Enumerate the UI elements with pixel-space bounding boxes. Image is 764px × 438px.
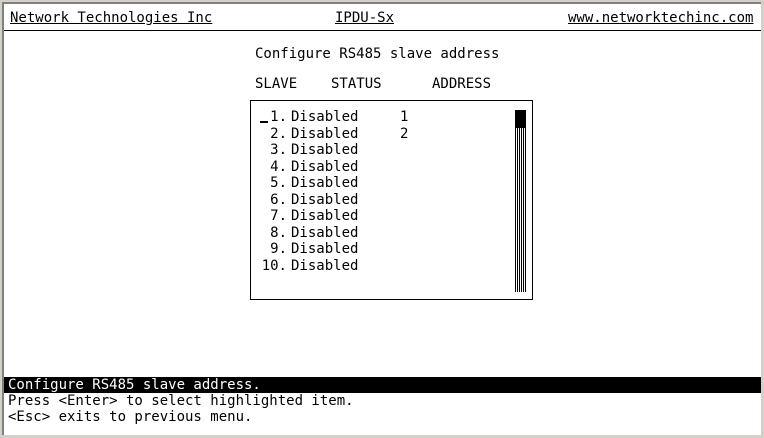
header-divider bbox=[4, 30, 761, 31]
website: www.networktechinc.com bbox=[568, 10, 754, 26]
product-name: IPDU-Sx bbox=[335, 10, 395, 26]
slave-number: 9. bbox=[270, 241, 287, 257]
status-line: Configure RS485 slave address. bbox=[4, 377, 761, 393]
slave-number: 10. bbox=[261, 257, 287, 274]
slave-status: Disabled bbox=[291, 257, 359, 274]
slave-address: 1 bbox=[400, 109, 409, 125]
scrollbar-thumb[interactable] bbox=[515, 110, 526, 128]
slave-number: 6. bbox=[270, 191, 287, 208]
slave-number: 3. bbox=[270, 142, 287, 158]
slave-address: 2 bbox=[400, 125, 409, 142]
slave-status: Disabled bbox=[291, 109, 359, 125]
help-line-esc: <Esc> exits to previous menu. bbox=[8, 409, 253, 425]
page-title: Configure RS485 slave address bbox=[255, 46, 500, 62]
column-header-address: ADDRESS bbox=[432, 76, 492, 92]
slave-status: Disabled bbox=[291, 125, 359, 142]
slave-number: 2. bbox=[270, 125, 287, 142]
slave-status: Disabled bbox=[291, 208, 359, 224]
slave-status: Disabled bbox=[291, 175, 359, 191]
slave-number: 8. bbox=[270, 224, 287, 241]
terminal-window: Network Technologies Inc IPDU-Sx www.net… bbox=[2, 2, 761, 435]
slave-status: Disabled bbox=[291, 158, 359, 175]
slave-number: 5. bbox=[270, 175, 287, 191]
slave-status: Disabled bbox=[291, 191, 359, 208]
slave-number: 1. bbox=[270, 109, 287, 125]
company-name: Network Technologies Inc bbox=[10, 10, 213, 26]
slave-status: Disabled bbox=[291, 241, 359, 257]
column-header-status: STATUS bbox=[331, 76, 382, 92]
column-header-slave: SLAVE bbox=[255, 76, 298, 92]
slave-number: 7. bbox=[270, 208, 287, 224]
slave-list[interactable]: 1. Disabled 1 2. Disabled 2 3. Disabled 4. Disabl… bbox=[250, 100, 533, 300]
help-line-enter: Press <Enter> to select highlighted item… bbox=[8, 393, 354, 409]
scrollbar[interactable] bbox=[515, 110, 526, 292]
slave-status: Disabled bbox=[291, 224, 359, 241]
slave-number: 4. bbox=[270, 158, 287, 175]
slave-status: Disabled bbox=[291, 142, 359, 158]
